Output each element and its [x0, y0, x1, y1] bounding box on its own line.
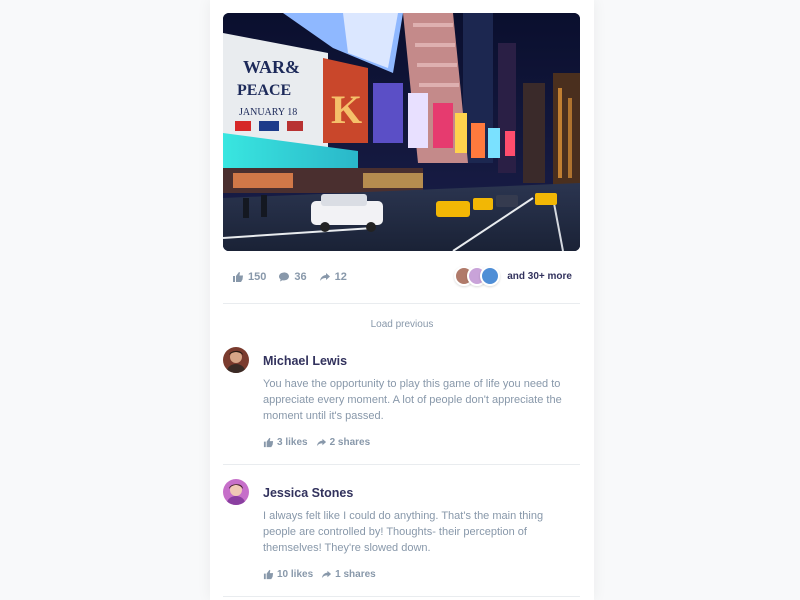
thumbs-up-icon	[263, 437, 274, 448]
user-avatar-michael	[223, 347, 249, 373]
divider	[223, 464, 580, 465]
comment-item: Michael Lewis You have the opportunity t…	[223, 347, 580, 457]
comment-author[interactable]: Michael Lewis	[263, 354, 347, 368]
comment-likes: 10 likes	[277, 569, 314, 580]
post-image[interactable]: WAR& PEACE JANUARY 18 K	[223, 13, 580, 251]
comment-like-button[interactable]: 3 likes	[263, 437, 308, 448]
share-arrow-icon	[322, 570, 332, 579]
reactors-more-text: and 30+ more	[507, 270, 572, 282]
svg-text:PEACE: PEACE	[237, 82, 291, 99]
comment-share-button[interactable]: 1 shares	[321, 569, 376, 580]
comment-shares: 2 shares	[329, 437, 371, 448]
comment-actions: 10 likes 1 shares	[263, 569, 376, 580]
shares-stat[interactable]: 12	[319, 271, 347, 283]
comment-text: You have the opportunity to play this ga…	[263, 378, 562, 422]
comment-author[interactable]: Jessica Stones	[263, 486, 353, 500]
comment-shares: 1 shares	[335, 569, 376, 580]
share-arrow-icon	[319, 273, 330, 281]
comment-text: I always felt like I could do anything. …	[263, 510, 544, 554]
comments-stat[interactable]: 36	[278, 271, 307, 283]
thumbs-up-icon	[233, 272, 243, 282]
avatar[interactable]	[223, 347, 249, 373]
thumbs-up-icon	[263, 569, 274, 580]
reactor-avatars	[454, 266, 501, 286]
likes-stat[interactable]: 150	[232, 271, 266, 283]
times-square-photo: WAR& PEACE JANUARY 18 K	[223, 13, 580, 251]
post-stats: 150 36 12	[232, 268, 347, 286]
load-previous-link[interactable]: Load previous	[210, 319, 594, 330]
comments-count: 36	[294, 271, 307, 283]
share-arrow-icon	[316, 438, 326, 447]
avatar	[480, 266, 501, 286]
comment-likes: 3 likes	[277, 437, 308, 448]
svg-text:K: K	[331, 87, 362, 132]
divider	[223, 303, 580, 304]
user-avatar-jessica	[223, 479, 249, 505]
comment-share-button[interactable]: 2 shares	[316, 437, 371, 448]
comment-bubble-icon	[279, 272, 290, 282]
reactors[interactable]: and 30+ more	[454, 266, 572, 286]
comment-actions: 3 likes 2 shares	[263, 437, 370, 448]
likes-count: 150	[248, 271, 267, 283]
comment-like-button[interactable]: 10 likes	[263, 569, 313, 580]
shares-count: 12	[334, 271, 347, 283]
divider	[223, 596, 580, 597]
svg-text:JANUARY 18: JANUARY 18	[239, 107, 297, 118]
avatar[interactable]	[223, 479, 249, 505]
comment-item: Jessica Stones I always felt like I coul…	[223, 479, 580, 589]
post-card: WAR& PEACE JANUARY 18 K 150 36 12 and 30…	[210, 0, 594, 600]
svg-text:WAR&: WAR&	[243, 57, 300, 77]
